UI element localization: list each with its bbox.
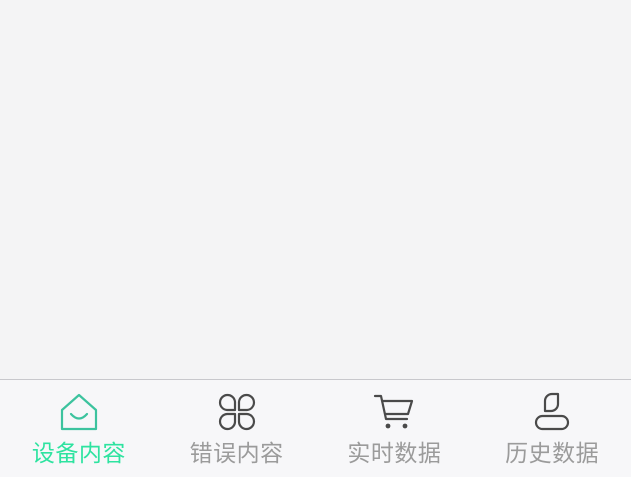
user-icon bbox=[530, 390, 574, 434]
tab-history-data[interactable]: 历史数据 bbox=[473, 380, 631, 477]
tab-error-content[interactable]: 错误内容 bbox=[158, 380, 316, 477]
home-icon bbox=[57, 390, 101, 434]
tab-label: 实时数据 bbox=[347, 441, 442, 467]
tab-label: 错误内容 bbox=[189, 441, 284, 467]
app-root: 设备内容 错误内容 实时数据 历史数据 bbox=[0, 0, 631, 477]
cart-icon bbox=[372, 390, 416, 434]
main-content bbox=[0, 0, 631, 379]
tab-label: 历史数据 bbox=[505, 441, 600, 467]
clover-icon bbox=[215, 390, 259, 434]
tab-label: 设备内容 bbox=[31, 441, 126, 467]
bottom-tab-bar: 设备内容 错误内容 实时数据 历史数据 bbox=[0, 379, 631, 477]
tab-device-content[interactable]: 设备内容 bbox=[0, 380, 158, 477]
tab-realtime-data[interactable]: 实时数据 bbox=[316, 380, 474, 477]
